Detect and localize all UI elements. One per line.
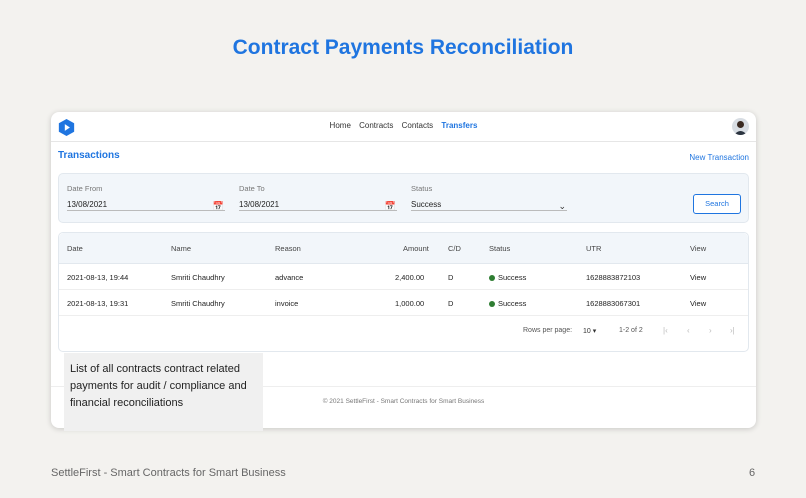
- slide-title: Contract Payments Reconciliation: [232, 36, 574, 59]
- date-to-field[interactable]: Date To 13/08/2021 📅: [239, 184, 397, 211]
- user-avatar-icon: [734, 121, 747, 135]
- row-status: Success: [498, 299, 527, 308]
- row-status: Success: [498, 273, 527, 282]
- date-from-value[interactable]: 13/08/2021: [67, 200, 107, 209]
- success-dot-icon: [489, 301, 495, 307]
- header-view: View: [690, 244, 707, 253]
- new-transaction-link[interactable]: New Transaction: [689, 153, 749, 162]
- row-reason: advance: [275, 273, 304, 282]
- top-navbar: Home Contracts Contacts Transfers: [51, 112, 756, 142]
- status-value[interactable]: Success: [411, 200, 441, 209]
- table-row[interactable]: 2021-08-13, 19:31 Smriti Chaudhry invoic…: [59, 290, 748, 316]
- row-reason: invoice: [275, 299, 299, 308]
- date-from-field[interactable]: Date From 13/08/2021 📅: [67, 184, 225, 211]
- view-link[interactable]: View: [690, 299, 706, 308]
- calendar-icon[interactable]: 📅: [385, 200, 396, 212]
- rows-per-page-label: Rows per page:: [523, 327, 573, 334]
- row-utr: 1628883872103: [586, 273, 641, 282]
- calendar-icon[interactable]: 📅: [213, 200, 224, 212]
- header-utr[interactable]: UTR: [586, 244, 601, 253]
- status-select[interactable]: Status Success ⌄: [411, 184, 567, 211]
- row-name: Smriti Chaudhry: [171, 273, 225, 282]
- status-badge: Success: [489, 273, 526, 282]
- pagination-range: 1-2 of 2: [619, 327, 643, 334]
- date-to-value[interactable]: 13/08/2021: [239, 200, 279, 209]
- row-name: Smriti Chaudhry: [171, 299, 225, 308]
- rows-per-page-select[interactable]: 10 ▾: [583, 327, 596, 335]
- row-utr: 1628883067301: [586, 299, 641, 308]
- section-title: Transactions: [58, 150, 120, 161]
- status-badge: Success: [489, 299, 526, 308]
- nav-contracts[interactable]: Contracts: [359, 121, 393, 130]
- success-dot-icon: [489, 275, 495, 281]
- first-page-icon[interactable]: |‹: [663, 326, 668, 335]
- header-name[interactable]: Name: [171, 244, 191, 253]
- row-amount: 1,000.00: [395, 299, 425, 308]
- transactions-table: Date Name Reason Amount C/D Status UTR V…: [58, 232, 749, 352]
- avatar[interactable]: [732, 118, 749, 135]
- nav-home[interactable]: Home: [330, 121, 351, 130]
- filter-panel: Date From 13/08/2021 📅 Date To 13/08/202…: [58, 173, 749, 223]
- callout-note: List of all contracts contract related p…: [64, 353, 263, 431]
- header-amount[interactable]: Amount: [403, 244, 429, 253]
- header-date[interactable]: Date: [67, 244, 83, 253]
- header-status[interactable]: Status: [489, 244, 510, 253]
- header-reason[interactable]: Reason: [275, 244, 301, 253]
- nav-contacts[interactable]: Contacts: [402, 121, 434, 130]
- row-date: 2021-08-13, 19:44: [67, 273, 129, 282]
- slide-footer: SettleFirst - Smart Contracts for Smart …: [51, 467, 286, 479]
- date-to-label: Date To: [239, 184, 265, 193]
- table-header: Date Name Reason Amount C/D Status UTR V…: [59, 233, 748, 264]
- next-page-icon[interactable]: ›: [709, 326, 712, 335]
- row-cd: D: [448, 273, 454, 282]
- status-label: Status: [411, 184, 433, 193]
- chevron-down-icon[interactable]: ⌄: [558, 200, 566, 212]
- search-button[interactable]: Search: [693, 194, 741, 214]
- last-page-icon[interactable]: ›|: [730, 326, 735, 335]
- row-amount: 2,400.00: [395, 273, 425, 282]
- row-date: 2021-08-13, 19:31: [67, 299, 129, 308]
- view-link[interactable]: View: [690, 273, 706, 282]
- table-row[interactable]: 2021-08-13, 19:44 Smriti Chaudhry advanc…: [59, 264, 748, 290]
- header-cd[interactable]: C/D: [448, 244, 461, 253]
- row-cd: D: [448, 299, 454, 308]
- main-nav: Home Contracts Contacts Transfers: [51, 121, 756, 130]
- page-number: 6: [749, 467, 756, 479]
- nav-transfers[interactable]: Transfers: [441, 121, 477, 130]
- prev-page-icon[interactable]: ‹: [687, 326, 690, 335]
- date-from-label: Date From: [67, 184, 103, 193]
- caret-down-icon: ▾: [592, 328, 597, 335]
- rows-per-page-value: 10: [583, 328, 591, 335]
